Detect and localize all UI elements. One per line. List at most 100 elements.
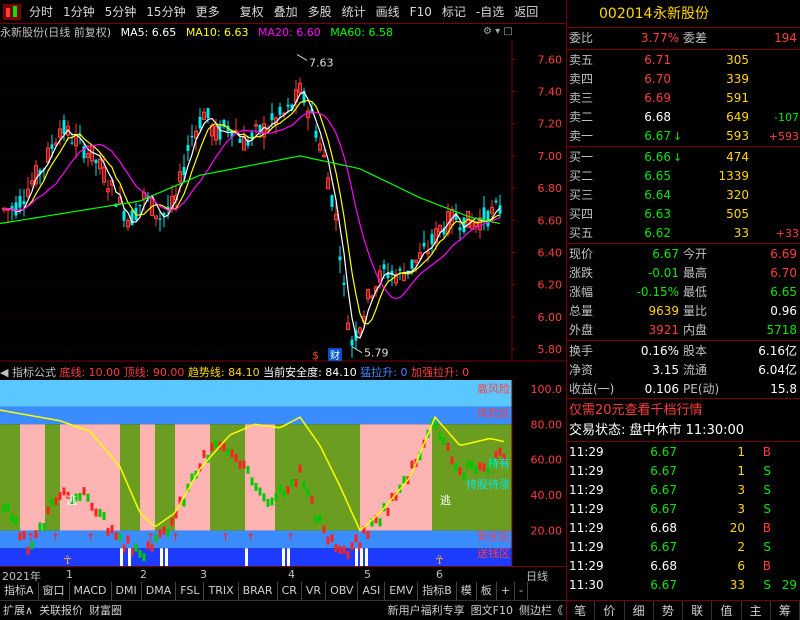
toolbar-draw[interactable]: 画线 [371,0,405,23]
toolbar-multi[interactable]: 多股 [303,0,337,23]
buy-row[interactable]: 买三 6.64 320 [567,186,800,205]
tab-trend[interactable]: 势 [654,601,683,620]
tab-detail[interactable]: 细 [625,601,654,620]
tab-dma[interactable]: DMA [142,582,177,600]
candle [14,202,18,216]
safety-bar [26,546,30,555]
tab-indicator-b[interactable]: 指标B [418,582,457,600]
tab-asi[interactable]: ASI [358,582,386,600]
top-toolbar: 分时 1分钟 5分钟 15分钟 更多 复权 叠加 多股 统计 画线 F10 标记… [0,0,566,24]
tab-window[interactable]: 窗口 [39,582,70,600]
toolbar-1min[interactable]: 1分钟 [58,0,100,23]
safety-bar [330,534,334,543]
toolbar-timeshare[interactable]: 分时 [24,0,58,23]
tab-minus[interactable]: - [515,582,528,600]
stat-value: 5718 [766,323,797,337]
tab-macd[interactable]: MACD [70,582,112,600]
tab-obv[interactable]: OBV [326,582,359,600]
chevron-down-icon[interactable]: ▾ [495,26,500,37]
sell-row[interactable]: 卖四 6.70 339 [567,70,800,89]
tab-ticks[interactable]: 笔 [566,601,596,620]
toolbar-5min[interactable]: 5分钟 [100,0,142,23]
safety-bar [242,460,246,469]
tab-trix[interactable]: TRIX [204,582,239,600]
tab-cr[interactable]: CR [278,582,302,600]
indicator-arrow-icon[interactable]: ◀ [0,366,8,379]
related-quote-button[interactable]: 关联报价 [36,601,86,620]
buy-row[interactable]: 买二 6.65 1339 [567,167,800,186]
sidebar-toggle-button[interactable]: 侧边栏《 [516,601,566,620]
expand-button[interactable]: 扩展∧ [0,601,36,620]
tab-indicator-a[interactable]: 指标A [0,582,39,600]
toolbar-watchlist[interactable]: -自选 [471,0,509,23]
toolbar-more[interactable]: 更多 [191,0,225,23]
tab-emv[interactable]: EMV [385,582,419,600]
toolbar-f10[interactable]: F10 [405,0,437,23]
tab-dmi[interactable]: DMI [112,582,142,600]
indicator-chart[interactable]: 100.0 80.00 60.00 40.00 20.00 ↑ ↑ ↑ ↑ ↑ ↑ ↑ ↑ 逃 逃 高风险风险… [0,380,566,566]
tab-value[interactable]: 值 [712,601,742,620]
tab-main[interactable]: 主 [742,601,771,620]
buy-row[interactable]: 买一 6.66 ↓ 474 [567,148,800,167]
buy-price: 6.64 [644,188,671,202]
safety-bar [102,511,106,520]
kline-chart[interactable]: 7.60 7.40 7.20 7.00 6.80 6.60 6.40 6.20 6.00 5.80… [0,40,566,362]
safety-bar [326,536,330,545]
sell-row[interactable]: 卖五 6.71 305 [567,51,800,70]
toolbar-15min[interactable]: 15分钟 [141,0,190,23]
promo-text[interactable]: 仅需20元查看千档行情 [569,401,703,420]
buy-row[interactable]: 买四 6.63 505 [567,205,800,224]
dollar-icon[interactable]: $ [312,349,319,362]
tab-brar[interactable]: BRAR [239,582,278,600]
price-tick-label: 6.20 [538,279,563,292]
escape-label: 逃 [440,494,451,507]
safety-bar [170,517,174,526]
tab-vr[interactable]: VR [302,582,327,600]
safety-bar [162,526,166,535]
safety-bar [258,487,262,496]
toolbar-stats[interactable]: 统计 [337,0,371,23]
safety-bar [474,465,478,474]
tick-direction: B [762,559,771,573]
buy-row[interactable]: 买五 6.62 33 +33 [567,224,800,243]
safety-bar [314,515,318,524]
sell-row[interactable]: 卖二 6.68 649 -107 [567,108,800,127]
tab-link[interactable]: 联 [683,601,713,620]
candle [122,210,126,221]
toolbar-adjust[interactable]: 复权 [235,0,269,23]
buy-label: 买五 [569,226,594,240]
safety-bar [478,462,482,471]
safety-bar [90,502,94,511]
tick-price: 6.68 [650,521,677,535]
safety-bar [42,523,46,532]
candle [138,204,142,207]
gear-icon[interactable]: ⚙ [483,26,492,37]
graphic-f10-button[interactable]: 图文F10 [468,601,516,620]
tab-plus[interactable]: + [497,582,515,600]
new-user-welfare-link[interactable]: 新用户福利专享 [385,601,468,620]
promo-row[interactable]: 仅需20元查看千档行情 [567,401,800,420]
tab-fsl[interactable]: FSL [176,582,205,600]
sell-row[interactable]: 卖三 6.69 591 [567,89,800,108]
tick-row: 11:29 6.67 2 S [567,538,800,557]
tab-ban[interactable]: 板 [477,582,497,600]
tab-chips[interactable]: 筹 [771,601,800,620]
toolbar-back[interactable]: 返回 [509,0,543,23]
toolbar-overlay[interactable]: 叠加 [269,0,303,23]
toolbar-mark[interactable]: 标记 [437,0,471,23]
expand-icon[interactable]: □ [503,26,512,37]
indicator-name[interactable]: 指标公式 [12,366,56,379]
trend-segment [120,424,140,531]
candle [486,210,490,227]
sell-row[interactable]: 卖一 6.67 ↓ 593 +593 [567,127,800,146]
signal-bar [128,548,131,566]
wealth-circle-button[interactable]: 财富圈 [86,601,125,620]
chart-nav-icons[interactable]: ⚙ ▾ □ [483,26,513,37]
tab-mo[interactable]: 模 [457,582,477,600]
indicator-tick-label: 60.00 [531,454,563,467]
safety-bar [54,497,58,506]
tick-price: 6.67 [650,502,677,516]
candle [330,195,334,207]
stat-value: 6.69 [770,247,797,261]
tab-price[interactable]: 价 [595,601,625,620]
